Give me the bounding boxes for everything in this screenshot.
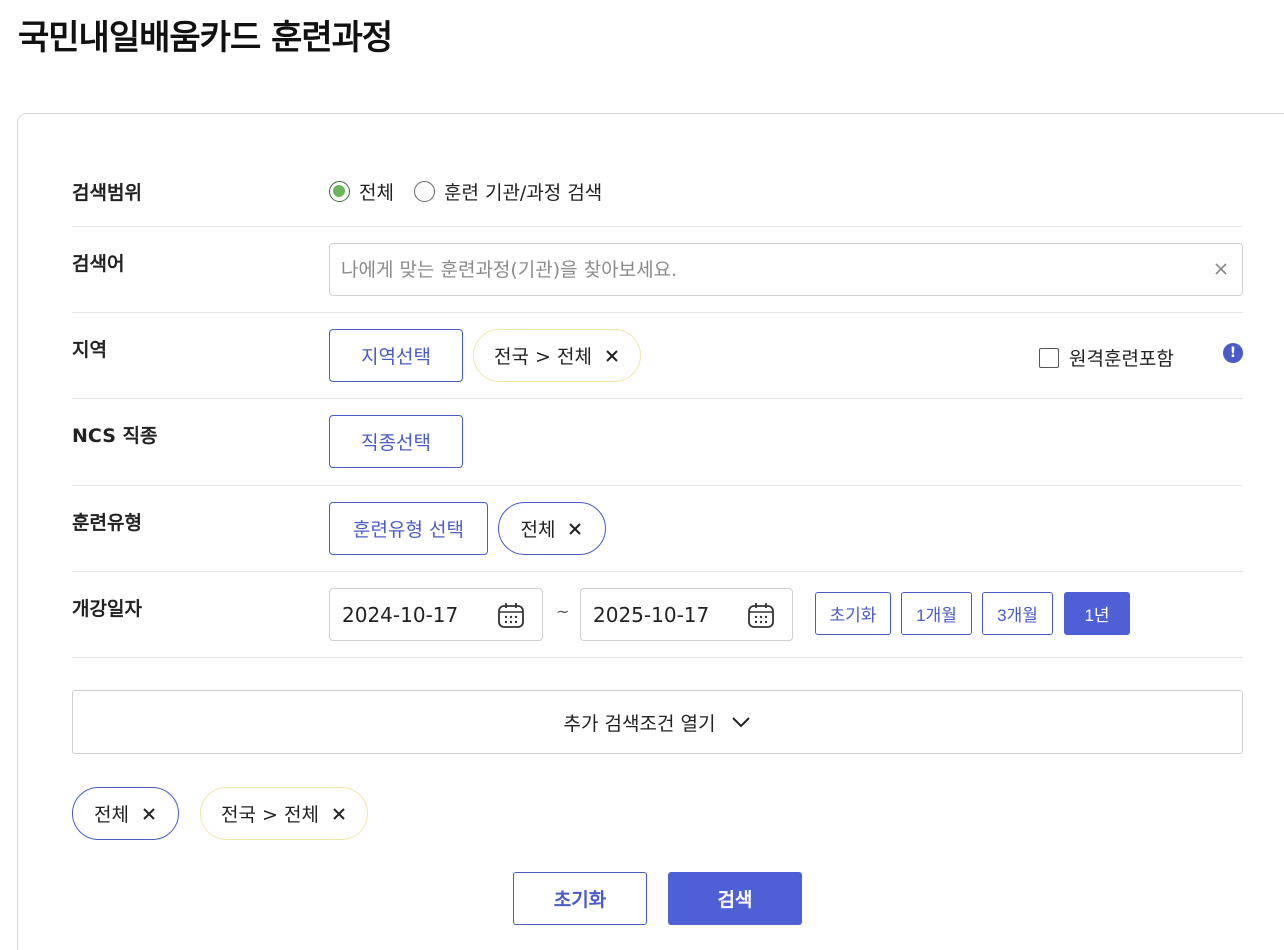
search-scope-row: 검색범위 (72, 114, 1243, 227)
ncs-select-button[interactable]: 직종선택 (329, 415, 463, 468)
open-date-label: 개강일자 (72, 598, 142, 620)
period-3month-button[interactable]: 3개월 (982, 592, 1053, 635)
more-conditions-toggle[interactable]: 추가 검색조건 열기 (72, 690, 1243, 754)
search-panel: 검색범위 전체 훈련 기관/과정 검색 검색어 지역 지역선택 (17, 113, 1284, 950)
reset-button[interactable]: 초기화 (513, 872, 647, 925)
training-type-chip-label: 전체 (520, 519, 556, 541)
training-type-chip: 전체 (498, 502, 606, 555)
open-date-row: 개강일자 2024-10-17 ~ 2025-10-17 초기화 1개월 3개월… (72, 572, 1243, 658)
region-content: 지역선택 전국 > 전체 원격훈련포함 ! (329, 313, 1243, 399)
keyword-content (329, 227, 1243, 313)
search-scope-radio-group: 전체 훈련 기관/과정 검색 (329, 178, 602, 205)
region-row: 지역 지역선택 전국 > 전체 원격훈련포함 ! (72, 313, 1243, 399)
training-type-row: 훈련유형 훈련유형 선택 전체 (72, 486, 1243, 572)
date-separator: ~ (556, 602, 570, 621)
start-date-value: 2024-10-17 (342, 602, 459, 627)
end-date-value: 2025-10-17 (593, 602, 710, 627)
region-select-button[interactable]: 지역선택 (329, 329, 463, 382)
region-label: 지역 (72, 339, 107, 361)
radio-unchecked-icon[interactable] (413, 181, 435, 202)
region-chip-label: 전국 > 전체 (494, 346, 592, 368)
chevron-down-icon (732, 717, 751, 728)
period-reset-button[interactable]: 초기화 (815, 592, 891, 635)
radio-scope-all-label: 전체 (359, 182, 394, 204)
radio-checked-icon[interactable] (329, 181, 350, 202)
remote-training-checkbox[interactable]: 원격훈련포함 (1039, 344, 1174, 371)
training-type-select-button[interactable]: 훈련유형 선택 (329, 502, 488, 555)
radio-scope-institution[interactable]: 훈련 기관/과정 검색 (413, 178, 603, 205)
keyword-label: 검색어 (72, 253, 125, 275)
selected-chip-region: 전국 > 전체 (200, 787, 368, 840)
ncs-row: NCS 직종 직종선택 (72, 399, 1243, 486)
region-chip: 전국 > 전체 (473, 329, 641, 382)
period-1year-button[interactable]: 1년 (1064, 592, 1130, 635)
end-date-input[interactable]: 2025-10-17 (580, 588, 793, 641)
remove-icon[interactable] (141, 806, 157, 822)
selected-chip-label: 전체 (94, 804, 129, 826)
calendar-icon[interactable] (497, 601, 525, 629)
selected-chip-label: 전국 > 전체 (221, 804, 319, 826)
radio-scope-institution-label: 훈련 기관/과정 검색 (443, 182, 603, 204)
info-icon[interactable]: ! (1223, 343, 1243, 363)
clear-icon[interactable] (1211, 259, 1231, 279)
ncs-label: NCS 직종 (72, 425, 158, 447)
selected-chip-training-type: 전체 (72, 787, 179, 840)
search-button[interactable]: 검색 (668, 872, 802, 925)
remote-training-label: 원격훈련포함 (1069, 348, 1174, 370)
training-type-label: 훈련유형 (72, 512, 142, 534)
keyword-input-wrap (329, 243, 1243, 296)
calendar-icon[interactable] (747, 601, 775, 629)
radio-scope-all[interactable]: 전체 (329, 178, 394, 205)
training-type-content: 훈련유형 선택 전체 (329, 486, 1243, 572)
ncs-content: 직종선택 (329, 399, 1243, 486)
keyword-input[interactable] (330, 244, 1190, 295)
remove-icon[interactable] (567, 521, 583, 537)
more-conditions-label: 추가 검색조건 열기 (563, 712, 716, 735)
open-date-content: 2024-10-17 ~ 2025-10-17 초기화 1개월 3개월 1년 (329, 572, 1243, 658)
remove-icon[interactable] (604, 348, 620, 364)
search-scope-label: 검색범위 (72, 182, 142, 204)
checkbox-icon[interactable] (1039, 347, 1059, 368)
start-date-input[interactable]: 2024-10-17 (329, 588, 543, 641)
keyword-row: 검색어 (72, 227, 1243, 313)
remove-icon[interactable] (331, 806, 347, 822)
period-1month-button[interactable]: 1개월 (901, 592, 972, 635)
page-title: 국민내일배움카드 훈련과정 (18, 18, 393, 58)
